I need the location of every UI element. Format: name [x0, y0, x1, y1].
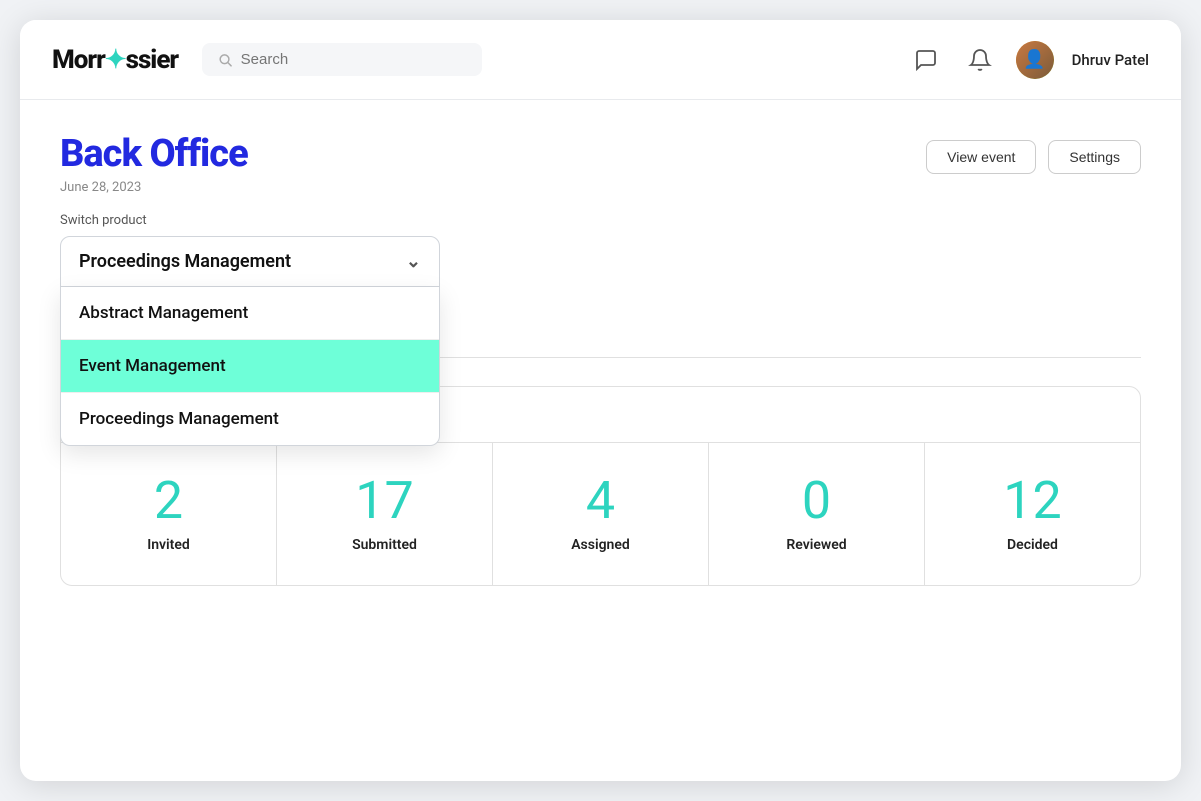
stat-decided: 12 Decided — [925, 443, 1140, 585]
stat-assigned: 4 Assigned — [493, 443, 709, 585]
header-right: 👤 Dhruv Patel — [908, 41, 1149, 79]
header: Morr✦ssier 👤 Dh — [20, 20, 1181, 100]
stat-invited: 2 Invited — [61, 443, 277, 585]
stat-decided-number: 12 — [1003, 475, 1061, 527]
page-date: June 28, 2023 — [60, 180, 248, 195]
view-event-button[interactable]: View event — [926, 140, 1036, 174]
product-dropdown-wrapper: Proceedings Management ⌄ Abstract Manage… — [60, 236, 440, 287]
stat-invited-number: 2 — [154, 475, 183, 527]
chevron-down-icon: ⌄ — [406, 251, 421, 272]
notification-icon-button[interactable] — [962, 42, 998, 78]
page-header: Back Office June 28, 2023 View event Set… — [60, 132, 1141, 195]
product-dropdown-menu: Abstract Management Event Management Pro… — [60, 287, 440, 446]
logo-star: ✦ — [105, 45, 126, 75]
page-actions: View event Settings — [926, 140, 1141, 174]
dropdown-item-event[interactable]: Event Management — [61, 340, 439, 393]
stat-submitted: 17 Submitted — [277, 443, 493, 585]
dropdown-item-proceedings[interactable]: Proceedings Management — [61, 393, 439, 445]
dropdown-item-abstract[interactable]: Abstract Management — [61, 287, 439, 340]
stat-submitted-number: 17 — [355, 475, 413, 527]
switch-product-label: Switch product — [60, 213, 1141, 228]
stat-reviewed-number: 0 — [802, 475, 831, 527]
avatar[interactable]: 👤 — [1016, 41, 1054, 79]
stat-assigned-number: 4 — [586, 475, 615, 527]
product-dropdown-trigger[interactable]: Proceedings Management ⌄ — [60, 236, 440, 287]
stat-submitted-label: Submitted — [352, 537, 417, 553]
logo: Morr✦ssier — [52, 45, 178, 75]
main-content: Back Office June 28, 2023 View event Set… — [20, 100, 1181, 618]
stat-reviewed: 0 Reviewed — [709, 443, 925, 585]
settings-button[interactable]: Settings — [1048, 140, 1141, 174]
search-bar[interactable] — [202, 43, 482, 76]
avatar-image: 👤 — [1016, 41, 1054, 79]
page-title-section: Back Office June 28, 2023 — [60, 132, 248, 195]
app-window: Morr✦ssier 👤 Dh — [20, 20, 1181, 781]
papers-stats: 2 Invited 17 Submitted 4 Assigned 0 Revi… — [61, 443, 1140, 585]
stat-reviewed-label: Reviewed — [786, 537, 846, 553]
message-icon-button[interactable] — [908, 42, 944, 78]
dropdown-selected-label: Proceedings Management — [79, 251, 291, 272]
stat-invited-label: Invited — [147, 537, 190, 553]
search-input[interactable] — [241, 51, 466, 68]
search-icon — [218, 52, 233, 68]
stat-assigned-label: Assigned — [571, 537, 630, 553]
page-title: Back Office — [60, 132, 248, 176]
user-name: Dhruv Patel — [1072, 51, 1149, 69]
stat-decided-label: Decided — [1007, 537, 1058, 553]
